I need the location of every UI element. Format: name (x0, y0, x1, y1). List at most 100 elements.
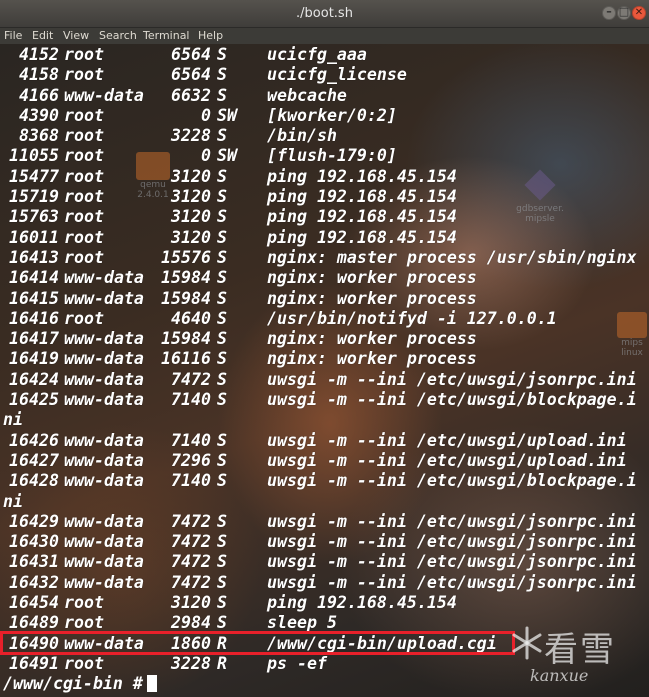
process-command: uwsgi -m --ini /etc/uwsgi/jsonrpc.ini (267, 552, 637, 572)
process-command: ping 192.168.45.154 (267, 207, 457, 227)
process-row: 16417 www-data 15984 Snginx: worker process (3, 329, 649, 349)
watermark-script: kanxue (530, 666, 589, 685)
process-pid: 16413 (9, 247, 59, 267)
process-stat: S (217, 65, 227, 85)
process-user: www-data (64, 511, 144, 531)
process-row: 16419 www-data 16116 Snginx: worker process (3, 349, 649, 369)
process-pid: 16415 (9, 288, 59, 308)
process-list: 4152 root 6564 Sucicfg_aaa 4158 root 6564 Sucic… (3, 45, 649, 674)
process-stat: S (217, 450, 227, 470)
process-vsz: 6632 (171, 85, 211, 105)
menu-help[interactable]: Help (198, 29, 223, 42)
process-command: ping 192.168.45.154 (267, 187, 457, 207)
process-row: 16416 root 4640 S/usr/bin/notifyd -i 127.0.… (3, 309, 649, 329)
process-stat: S (217, 166, 227, 186)
menu-view[interactable]: View (63, 29, 89, 42)
process-row: 16454 root 3120 Sping 192.168.45.154 (3, 593, 649, 613)
process-pid: 8368 (19, 126, 59, 146)
process-vsz: 7140 (171, 430, 211, 450)
process-command: uwsgi -m --ini /etc/uwsgi/jsonrpc.ini (267, 572, 637, 592)
process-pid: 16424 (9, 369, 59, 389)
process-row: 16430 www-data 7472 Suwsgi -m --ini /etc/uw… (3, 532, 649, 552)
maximize-button[interactable]: □ (617, 5, 631, 20)
menu-search[interactable]: Search (99, 29, 137, 42)
process-stat: S (217, 247, 227, 267)
process-stat: S (217, 369, 227, 389)
process-pid: 15477 (9, 166, 59, 186)
process-row: 8368 root 3228 S/bin/sh (3, 126, 649, 146)
process-command: [kworker/0:2] (267, 105, 397, 125)
process-command: ping 192.168.45.154 (267, 593, 457, 613)
menu-file[interactable]: File (4, 29, 22, 42)
process-user: www-data (64, 471, 144, 491)
process-command: /usr/bin/notifyd -i 127.0.0.1 (267, 308, 557, 328)
process-pid: 16491 (9, 653, 59, 673)
process-stat: S (217, 207, 227, 227)
process-user: www-data (64, 85, 144, 105)
process-row: 15477 root 3120 Sping 192.168.45.154 (3, 167, 649, 187)
process-command: nginx: worker process (267, 349, 477, 369)
prompt-text: /www/cgi-bin # (3, 674, 143, 693)
text-cursor (146, 675, 157, 692)
process-command: webcache (267, 85, 347, 105)
process-command: ucicfg_license (267, 65, 407, 85)
process-stat: S (217, 532, 227, 552)
process-command: uwsgi -m --ini /etc/uwsgi/upload.ini (267, 430, 627, 450)
menu-edit[interactable]: Edit (32, 29, 53, 42)
process-pid: 16428 (9, 471, 59, 491)
process-vsz: 7140 (171, 390, 211, 410)
process-vsz: 3120 (171, 187, 211, 207)
process-row: 16413 root 15576 Snginx: master process /us… (3, 248, 649, 268)
close-button[interactable]: ✕ (632, 6, 646, 20)
process-pid: 16419 (9, 349, 59, 369)
process-row: 15719 root 3120 Sping 192.168.45.154 (3, 187, 649, 207)
terminal-window: ./boot.sh – □ ✕ File Edit View Search Te… (0, 0, 649, 697)
process-command: nginx: worker process (267, 329, 477, 349)
process-vsz: 3228 (171, 653, 211, 673)
process-row: 16426 www-data 7140 Suwsgi -m --ini /etc/uw… (3, 431, 649, 451)
process-user: root (64, 126, 104, 146)
process-vsz: 7472 (171, 511, 211, 531)
process-vsz: 16116 (161, 349, 211, 369)
process-vsz: 7296 (171, 450, 211, 470)
process-user: root (64, 105, 104, 125)
process-vsz: 7472 (171, 532, 211, 552)
process-user: root (64, 45, 104, 64)
process-vsz: 15984 (161, 268, 211, 288)
process-user: root (64, 187, 104, 207)
process-command: uwsgi -m --ini /etc/uwsgi/jsonrpc.ini (267, 532, 637, 552)
process-stat: S (217, 85, 227, 105)
process-pid: 16429 (9, 511, 59, 531)
process-stat: S (217, 45, 227, 64)
process-pid: 16425 (9, 390, 59, 410)
process-row: 16011 root 3120 Sping 192.168.45.154 (3, 228, 649, 248)
process-pid: 4166 (19, 85, 59, 105)
process-row: 4166 www-data 6632 Swebcache (3, 86, 649, 106)
process-command: nginx: master process /usr/sbin/nginx (267, 247, 637, 267)
process-pid: 16426 (9, 430, 59, 450)
process-user: www-data (64, 552, 144, 572)
process-command: [flush-179:0] (267, 146, 397, 166)
shell-prompt[interactable]: /www/cgi-bin # (3, 674, 157, 693)
process-stat: S (217, 329, 227, 349)
menu-bar: File Edit View Search Terminal Help (0, 28, 649, 44)
process-vsz: 4640 (171, 308, 211, 328)
process-row: 4158 root 6564 Sucicfg_license (3, 65, 649, 85)
minimize-button[interactable]: – (602, 5, 616, 20)
process-row: 4390 root 0 SW [kworker/0:2] (3, 106, 649, 126)
maximize-icon: □ (618, 5, 630, 18)
terminal-output-area[interactable]: qemu 2.4.0.1 gdbserver. mipsle mips linu… (0, 44, 649, 697)
process-user: root (64, 207, 104, 227)
process-user: root (64, 653, 104, 673)
process-command: /bin/sh (267, 126, 337, 146)
process-command: uwsgi -m --ini /etc/uwsgi/upload.ini (267, 450, 627, 470)
process-row: 16431 www-data 7472 Suwsgi -m --ini /etc/uw… (3, 552, 649, 572)
title-bar[interactable]: ./boot.sh – □ ✕ (0, 0, 649, 28)
menu-terminal[interactable]: Terminal (143, 29, 190, 42)
process-pid: 16454 (9, 593, 59, 613)
process-command: ping 192.168.45.154 (267, 166, 457, 186)
process-row: 16425 www-data 7140 Suwsgi -m --ini /etc/uw… (3, 390, 649, 410)
process-pid: 16011 (9, 227, 59, 247)
process-vsz: 3120 (171, 207, 211, 227)
process-stat: S (217, 268, 227, 288)
